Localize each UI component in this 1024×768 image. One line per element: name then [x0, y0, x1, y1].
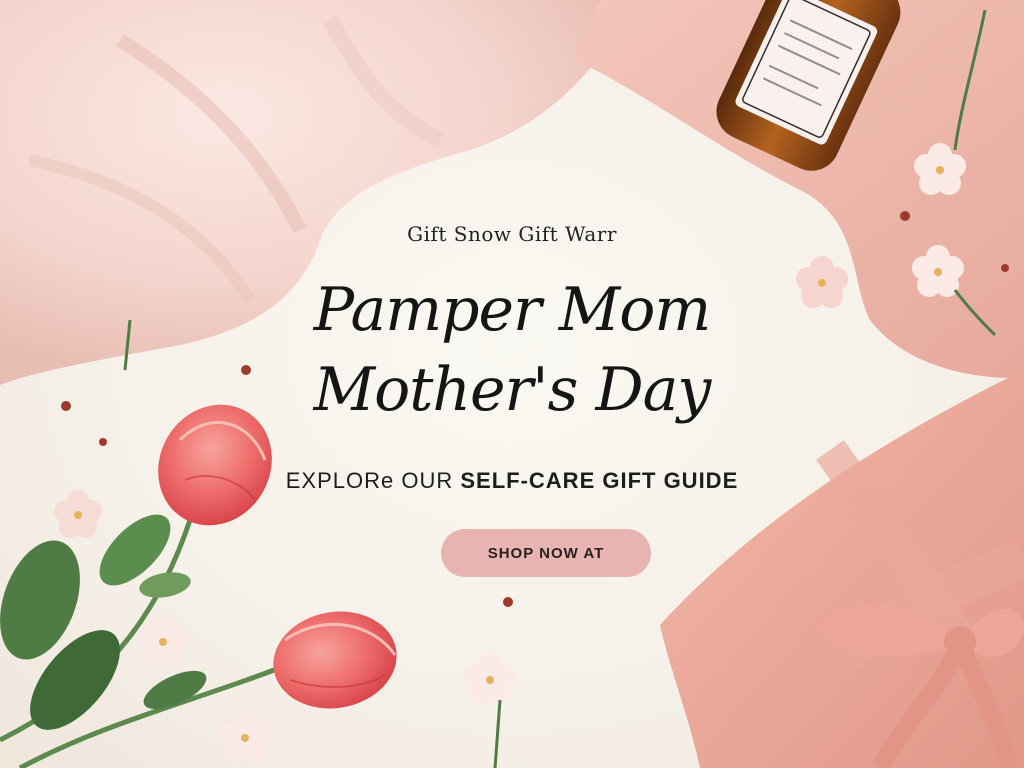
- eyebrow-text: Gift Snow Gift Warr: [407, 222, 617, 246]
- gift-box-icon: [660, 370, 1024, 768]
- shop-now-button[interactable]: SHOP NOW AT: [441, 529, 651, 577]
- headline-line-1: Pamper Mom: [313, 275, 711, 345]
- gift-guide-highlight: SELF-CARE GIFT GUIDE: [460, 468, 739, 493]
- gift-guide-text: EXPLORe OUR SELF-CARE GIFT GUIDE: [0, 468, 1024, 494]
- gift-guide-prefix: EXPLORe OUR: [285, 468, 461, 493]
- rose-icon: [273, 611, 397, 709]
- headline-line-2: Mother's Day: [313, 355, 712, 425]
